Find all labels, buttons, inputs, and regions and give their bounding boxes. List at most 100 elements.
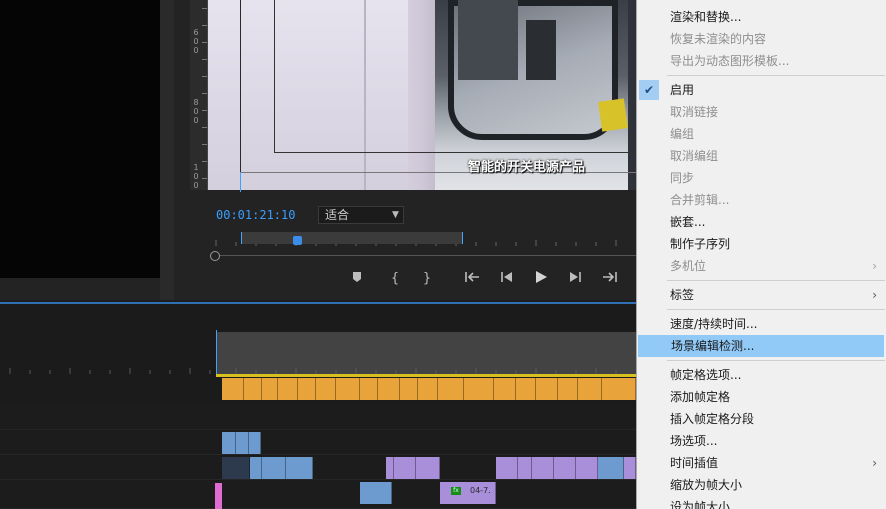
timeline-clip[interactable] (496, 457, 518, 479)
checkmark-icon: ✔ (639, 80, 659, 100)
menu-item-enable[interactable]: ✔ 启用 (637, 79, 886, 101)
timeline-clip[interactable] (418, 378, 438, 400)
timeline-clip[interactable] (464, 378, 494, 400)
timeline-clip[interactable] (286, 457, 313, 479)
menu-item-label: 取消编组 (670, 149, 719, 163)
timeline-clip[interactable] (262, 378, 278, 400)
timeline-clip[interactable] (578, 378, 602, 400)
timeline-clip[interactable] (222, 432, 236, 454)
timeline-clip[interactable] (278, 378, 298, 400)
timeline-clip[interactable] (236, 432, 249, 454)
timeline-playhead-line (216, 330, 217, 376)
source-monitor-viewport[interactable] (0, 0, 160, 278)
timeline-clip[interactable] (400, 378, 418, 400)
timeline-clip[interactable] (576, 457, 598, 479)
menu-item-label: 启用 (670, 83, 695, 97)
ruler-label: 0 (193, 46, 199, 55)
menu-item-speed-duration[interactable]: 速度/持续时间... (637, 313, 886, 335)
menu-item-make-subsequence[interactable]: 制作子序列 (637, 233, 886, 255)
timeline-clip[interactable] (378, 378, 400, 400)
timeline-clip[interactable] (536, 378, 558, 400)
timeline-clip[interactable] (518, 457, 532, 479)
timeline-clip[interactable] (438, 378, 464, 400)
menu-item-label: 制作子序列 (670, 237, 731, 251)
menu-item-label: 取消链接 (670, 105, 719, 119)
ruler-label: 6 (193, 28, 199, 37)
menu-item-frame-hold-options[interactable]: 帧定格选项... (637, 364, 886, 386)
menu-item-label: 场选项... (670, 434, 718, 448)
menu-item-restore-unrendered[interactable]: 恢复未渲染的内容 (637, 28, 886, 50)
menu-item-set-to-frame-size[interactable]: 设为帧大小 (637, 496, 886, 509)
timeline-clip[interactable] (416, 457, 440, 479)
play-icon[interactable] (532, 270, 550, 288)
timeline-clip[interactable] (336, 378, 360, 400)
video-machine-part (458, 0, 518, 80)
menu-item-group[interactable]: 编组 (637, 123, 886, 145)
menu-item-label: 设为帧大小 (670, 500, 731, 509)
scrub-line (215, 255, 636, 256)
timeline-clip[interactable] (316, 378, 336, 400)
timeline-clip[interactable] (222, 378, 244, 400)
timeline-clip[interactable] (598, 457, 624, 479)
audio-track-a1 (0, 456, 636, 480)
timeline-clip[interactable] (298, 378, 316, 400)
step-back-icon[interactable] (497, 270, 515, 288)
menu-item-unlink[interactable]: 取消链接 (637, 101, 886, 123)
menu-separator (667, 280, 885, 281)
mark-out-icon[interactable]: } (420, 270, 434, 288)
timeline-clip[interactable] (215, 483, 222, 509)
timeline-clip[interactable] (360, 482, 392, 504)
marker-icon[interactable] (350, 270, 364, 288)
timeline-clip[interactable] (222, 457, 250, 479)
video-sticker (598, 98, 628, 132)
menu-item-export-motion-graphics-template[interactable]: 导出为动态图形模板... (637, 50, 886, 72)
video-track-v2 (0, 406, 636, 430)
timeline-clip[interactable] (494, 378, 516, 400)
timeline-clip[interactable] (602, 378, 636, 400)
zoom-circle-handle[interactable] (210, 251, 220, 261)
timeline-clip[interactable] (360, 378, 378, 400)
timeline-clip[interactable] (249, 432, 261, 454)
timeline-clip[interactable] (262, 457, 286, 479)
menu-item-field-options[interactable]: 场选项... (637, 430, 886, 452)
timeline-clip[interactable] (244, 378, 262, 400)
menu-item-render-and-replace[interactable]: 渲染和替换... (637, 6, 886, 28)
timeline-clip[interactable] (532, 457, 554, 479)
menu-item-merge-clips[interactable]: 合并剪辑... (637, 189, 886, 211)
menu-item-label-submenu[interactable]: 标签 › (637, 284, 886, 306)
timeline-clip[interactable] (554, 457, 576, 479)
go-to-out-icon[interactable] (600, 270, 620, 288)
timeline-clip[interactable] (386, 457, 394, 479)
menu-item-insert-frame-hold-segment[interactable]: 插入帧定格分段 (637, 408, 886, 430)
fx-badge: fx (451, 487, 461, 495)
timeline-clip[interactable] (394, 457, 416, 479)
in-out-range-bar[interactable] (241, 232, 463, 244)
video-door-area (208, 0, 408, 190)
timeline-clip[interactable] (624, 457, 636, 479)
timeline-clip[interactable] (558, 378, 578, 400)
menu-item-scale-to-frame-size[interactable]: 缩放为帧大小 (637, 474, 886, 496)
ruler-label: 0 (193, 116, 199, 125)
menu-item-multi-camera[interactable]: 多机位 › (637, 255, 886, 277)
menu-item-label: 恢复未渲染的内容 (670, 32, 767, 46)
menu-item-add-frame-hold[interactable]: 添加帧定格 (637, 386, 886, 408)
go-to-in-icon[interactable] (462, 270, 482, 288)
menu-separator (667, 309, 885, 310)
menu-item-label: 场景编辑检测... (671, 339, 755, 353)
playhead-timecode[interactable]: 00:01:21:10 (216, 208, 295, 222)
menu-item-label: 标签 (670, 288, 695, 302)
menu-item-nest[interactable]: 嵌套... (637, 211, 886, 233)
menu-item-label: 时间插值 (670, 456, 719, 470)
menu-item-ungroup[interactable]: 取消编组 (637, 145, 886, 167)
playhead-handle[interactable] (293, 236, 302, 245)
chevron-down-icon: ▼ (392, 210, 399, 220)
menu-item-time-interpolation[interactable]: 时间插值 › (637, 452, 886, 474)
timeline-clip[interactable] (516, 378, 536, 400)
step-forward-icon[interactable] (567, 270, 585, 288)
timeline-time-ruler[interactable] (0, 360, 636, 374)
mark-in-icon[interactable]: { (388, 270, 402, 288)
timeline-clip[interactable] (250, 457, 262, 479)
menu-item-label: 帧定格选项... (670, 368, 742, 382)
menu-item-synchronize[interactable]: 同步 (637, 167, 886, 189)
menu-item-scene-edit-detection[interactable]: 场景编辑检测... (638, 335, 884, 357)
